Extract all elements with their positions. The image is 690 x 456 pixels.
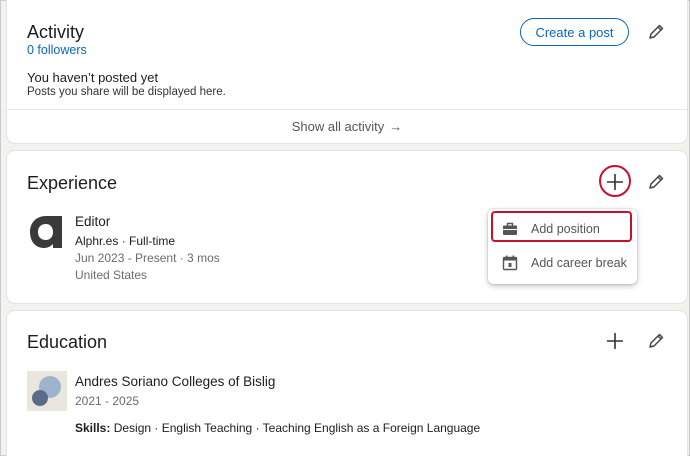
experience-title: Experience [27, 173, 118, 193]
pencil-icon [649, 333, 664, 348]
create-post-label: Create a post [535, 24, 614, 40]
add-career-break-label: Add career break [531, 256, 627, 270]
company-logo[interactable] [27, 213, 65, 251]
add-education-button[interactable] [602, 328, 628, 354]
activity-card: Activity 0 followers Create a post You h… [7, 0, 687, 143]
calendar-icon [502, 255, 518, 271]
skills-label: Skills: [75, 421, 111, 435]
edit-education-button[interactable] [643, 328, 669, 354]
empty-state-subtitle: Posts you share will be displayed here. [27, 86, 226, 98]
activity-title: Activity [27, 22, 85, 42]
pencil-icon [649, 174, 664, 189]
arrow-right-icon: → [389, 119, 403, 134]
school-logo-placeholder [32, 376, 61, 406]
alphr-logo [30, 216, 62, 248]
position-title: Editor [75, 214, 111, 229]
add-position-highlight [491, 211, 632, 242]
show-all-activity-label: Show all activity [291, 119, 385, 134]
pencil-icon [649, 24, 664, 39]
followers-link[interactable]: 0 followers [27, 43, 87, 57]
show-all-activity-button[interactable]: Show all activity → [7, 110, 687, 143]
school-logo[interactable] [27, 371, 67, 411]
skills-list: Design · English Teaching · Teaching Eng… [110, 421, 481, 435]
education-years: 2021 - 2025 [75, 394, 140, 408]
school-name: Andres Soriano Colleges of Bislig [75, 374, 276, 389]
add-button-highlight [599, 165, 631, 197]
menu-item-add-career-break[interactable]: Add career break [488, 247, 637, 279]
empty-state-title: You haven’t posted yet [27, 70, 159, 85]
company-name: Alphr.es · Full-time [75, 234, 176, 248]
education-skills: Skills: Design · English Teaching · Teac… [75, 421, 480, 435]
create-post-button[interactable]: Create a post [520, 18, 629, 46]
edit-activity-button[interactable] [643, 19, 669, 45]
plus-icon [607, 333, 623, 349]
education-title: Education [27, 332, 108, 352]
position-dates: Jun 2023 - Present · 3 mos [75, 251, 220, 265]
education-card: Education Andres Soriano Colleges of Bis… [7, 311, 687, 456]
position-location: United States [75, 268, 148, 282]
edit-experience-button[interactable] [643, 169, 669, 195]
